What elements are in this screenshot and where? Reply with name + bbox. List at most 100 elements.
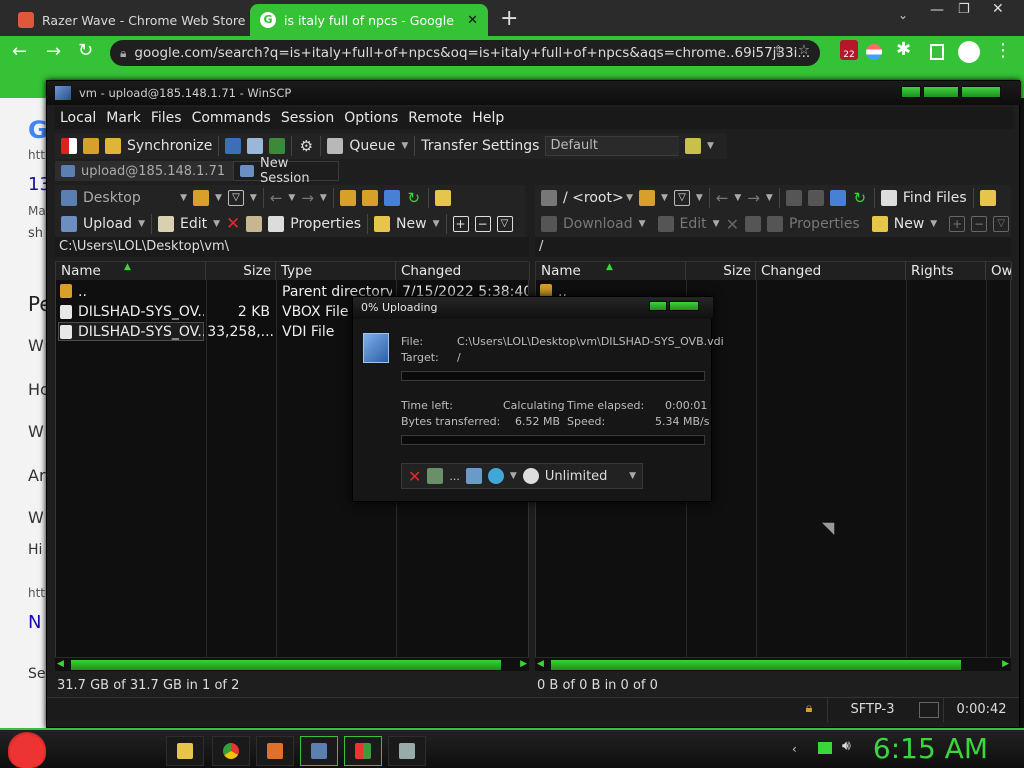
extension-badge-icon[interactable]: 22: [840, 40, 858, 60]
column-header-size[interactable]: Size: [686, 262, 756, 280]
volume-icon[interactable]: 🔊︎: [842, 738, 851, 754]
filter-icon[interactable]: ▽: [496, 216, 513, 232]
refresh-icon[interactable]: ↻: [852, 190, 868, 206]
back-arrow-icon[interactable]: ←: [716, 189, 729, 207]
once-done-icon[interactable]: [487, 468, 504, 484]
chevron-down-icon[interactable]: ▼: [696, 193, 703, 203]
taskbar-app[interactable]: [344, 736, 382, 766]
deselect-icon[interactable]: −: [474, 216, 491, 232]
parent-directory-icon[interactable]: [339, 190, 356, 206]
edit-button[interactable]: Edit: [680, 216, 707, 232]
chevron-down-icon[interactable]: ▼: [401, 141, 408, 151]
chevron-down-icon[interactable]: ▼: [250, 193, 257, 203]
local-horizontal-scrollbar[interactable]: ◀ ▶: [55, 657, 529, 671]
menu-commands[interactable]: Commands: [187, 110, 276, 126]
tree-icon[interactable]: [434, 190, 451, 206]
minimize-window-icon[interactable]: —: [930, 2, 944, 18]
menu-session[interactable]: Session: [276, 110, 339, 126]
compare-icon[interactable]: [61, 138, 77, 154]
chevron-down-icon[interactable]: ▼: [734, 193, 741, 203]
chevron-down-icon[interactable]: ▼: [510, 471, 517, 481]
chevron-down-icon[interactable]: ▼: [138, 219, 145, 229]
properties-button[interactable]: Properties: [789, 216, 860, 232]
address-bar[interactable]: 🔒︎ google.com/search?q=is+italy+full+of+…: [110, 40, 820, 66]
close-tab-icon[interactable]: ✕: [467, 13, 478, 28]
snippet-title[interactable]: N: [28, 612, 41, 633]
column-header-size[interactable]: Size: [206, 262, 276, 280]
chevron-down-icon[interactable]: ▼: [215, 193, 222, 203]
root-directory-icon[interactable]: [361, 190, 378, 206]
tab-google-search[interactable]: G is italy full of npcs - Google Search …: [250, 4, 488, 36]
forward-arrow-icon[interactable]: →: [46, 41, 61, 62]
select-all-icon[interactable]: +: [949, 216, 966, 232]
back-arrow-icon[interactable]: ←: [12, 41, 27, 62]
chevron-down-icon[interactable]: ▼: [213, 219, 220, 229]
chevron-down-icon[interactable]: ▼: [288, 193, 295, 203]
filter-icon[interactable]: ▽: [993, 216, 1010, 232]
menu-remote[interactable]: Remote: [403, 110, 467, 126]
column-header-owner[interactable]: Ow: [986, 262, 1012, 280]
minimize-to-tray-icon[interactable]: [465, 468, 482, 484]
back-arrow-icon[interactable]: ←: [270, 189, 283, 207]
close-button[interactable]: [961, 86, 1001, 98]
chevron-down-icon[interactable]: ▼: [766, 193, 773, 203]
parent-directory-icon[interactable]: [785, 190, 802, 206]
column-header-name[interactable]: Name ▲: [56, 262, 206, 280]
related-question[interactable]: W: [28, 508, 44, 527]
home-icon[interactable]: [383, 190, 400, 206]
open-folder-icon[interactable]: [193, 190, 209, 206]
bookmark-star-icon[interactable]: ☆: [798, 42, 810, 58]
column-header-changed[interactable]: Changed: [756, 262, 906, 280]
chevron-down-icon[interactable]: ▼: [629, 471, 636, 481]
local-drive-select[interactable]: Desktop ▼: [83, 190, 187, 206]
taskbar-clock[interactable]: 6:15 AM: [873, 732, 988, 765]
ellipsis-button[interactable]: ...: [449, 470, 460, 483]
open-folder-icon[interactable]: [639, 190, 655, 206]
download-button[interactable]: Download: [563, 216, 633, 232]
delete-icon[interactable]: ✕: [726, 215, 739, 234]
column-header-rights[interactable]: Rights: [906, 262, 986, 280]
related-question[interactable]: W: [28, 422, 44, 441]
console-icon[interactable]: [225, 138, 242, 154]
find-files-button[interactable]: Find Files: [903, 190, 967, 206]
remote-copy-icon[interactable]: [269, 138, 286, 154]
share-icon[interactable]: ⇪: [773, 43, 784, 59]
move-to-background-icon[interactable]: [427, 468, 444, 484]
queue-button[interactable]: Queue: [349, 138, 395, 154]
extensions-puzzle-icon[interactable]: ✱: [896, 39, 911, 60]
synchronize-button[interactable]: Synchronize: [127, 138, 212, 154]
new-tab-button[interactable]: +: [500, 6, 518, 31]
upload-button[interactable]: Upload: [83, 216, 132, 232]
menu-options[interactable]: Options: [339, 110, 403, 126]
filter-icon[interactable]: ▽: [227, 190, 244, 206]
column-header-changed[interactable]: Changed: [396, 262, 530, 280]
system-tray-chevron-icon[interactable]: ‹: [792, 742, 797, 756]
rename-icon[interactable]: [744, 216, 761, 232]
menu-mark[interactable]: Mark: [101, 110, 146, 126]
maximize-button[interactable]: [923, 86, 959, 98]
refresh-icon[interactable]: ↻: [406, 190, 422, 206]
cancel-icon[interactable]: ✕: [408, 467, 421, 486]
tab-razer-wave[interactable]: Razer Wave - Chrome Web Store ✕: [8, 4, 248, 36]
remote-horizontal-scrollbar[interactable]: ◀ ▶: [535, 657, 1011, 671]
remote-path-bar[interactable]: /: [535, 237, 1011, 257]
chevron-down-icon[interactable]: ▼: [661, 193, 668, 203]
new-button[interactable]: New: [894, 216, 925, 232]
network-icon[interactable]: [818, 742, 832, 754]
reload-icon[interactable]: ↻: [78, 40, 93, 61]
minimize-button[interactable]: [901, 86, 921, 98]
chevron-down-icon[interactable]: ▼: [639, 219, 646, 229]
new-button[interactable]: New: [396, 216, 427, 232]
local-path-bar[interactable]: C:\Users\LOL\Desktop\vm\: [55, 237, 529, 257]
chrome-menu-icon[interactable]: ⋮: [994, 40, 1012, 61]
gear-icon[interactable]: ⚙: [298, 138, 314, 154]
root-directory-icon[interactable]: [807, 190, 824, 206]
taskbar-remote-desktop[interactable]: [388, 736, 426, 766]
transfer-settings-select[interactable]: Default ▼: [545, 136, 696, 156]
forward-arrow-icon[interactable]: →: [301, 189, 314, 207]
forward-arrow-icon[interactable]: →: [747, 189, 760, 207]
tab-search-chevron-icon[interactable]: ⌄: [898, 8, 908, 22]
tree-icon[interactable]: [979, 190, 996, 206]
delete-icon[interactable]: ✕: [226, 214, 240, 234]
session-tab[interactable]: upload@185.148.1.71 ✕: [55, 161, 242, 181]
